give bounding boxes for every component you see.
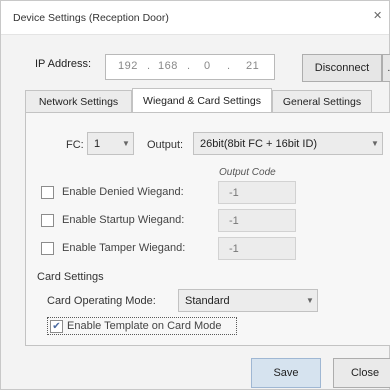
output-format-value: 26bit(8bit FC + 16bit ID) bbox=[200, 137, 318, 150]
ip-segment-1[interactable]: 192 bbox=[118, 60, 138, 72]
ip-address-input[interactable]: 192 . 168 . 0 . 21 bbox=[105, 54, 275, 80]
enable-template-option[interactable]: ✔ Enable Template on Card Mode bbox=[47, 317, 237, 335]
checkmark-icon[interactable]: ✔ bbox=[50, 319, 63, 333]
output-label: Output: bbox=[147, 139, 184, 151]
disconnect-button[interactable]: Disconnect bbox=[302, 54, 382, 82]
startup-wiegand-label: Enable Startup Wiegand: bbox=[62, 214, 185, 226]
title-bar: Device Settings (Reception Door) ✕ bbox=[1, 1, 389, 35]
fc-label: FC: bbox=[66, 139, 84, 151]
tab-network-settings[interactable]: Network Settings bbox=[25, 90, 132, 112]
tamper-wiegand-option[interactable]: Enable Tamper Wiegand: bbox=[41, 239, 185, 257]
denied-wiegand-option[interactable]: Enable Denied Wiegand: bbox=[41, 183, 184, 201]
startup-wiegand-option[interactable]: Enable Startup Wiegand: bbox=[41, 211, 184, 229]
fc-select[interactable]: 1 ▼ bbox=[87, 132, 134, 155]
card-operating-mode-select[interactable]: Standard ▼ bbox=[178, 289, 318, 312]
tamper-wiegand-code-input[interactable]: -1 bbox=[218, 237, 296, 260]
ip-dot: . bbox=[187, 60, 191, 72]
window-title: Device Settings (Reception Door) bbox=[13, 12, 169, 24]
tamper-wiegand-label: Enable Tamper Wiegand: bbox=[62, 242, 186, 254]
tamper-wiegand-checkbox[interactable] bbox=[41, 241, 54, 255]
close-icon[interactable]: ✕ bbox=[373, 9, 385, 25]
startup-wiegand-checkbox[interactable] bbox=[41, 213, 54, 227]
ip-dot: . bbox=[147, 60, 151, 72]
ip-segment-2[interactable]: 168 bbox=[158, 60, 178, 72]
ip-segment-3[interactable]: 0 bbox=[204, 60, 211, 72]
close-button[interactable]: Close bbox=[333, 358, 390, 388]
startup-wiegand-code-input[interactable]: -1 bbox=[218, 209, 296, 232]
chevron-down-icon: ▼ bbox=[122, 139, 130, 148]
save-button[interactable]: Save bbox=[251, 358, 321, 388]
fc-value: 1 bbox=[94, 137, 101, 150]
chevron-down-icon: ▼ bbox=[371, 139, 379, 148]
ip-segment-4[interactable]: 21 bbox=[246, 60, 259, 72]
denied-wiegand-code-input[interactable]: -1 bbox=[218, 181, 296, 204]
more-button[interactable]: … bbox=[382, 54, 390, 82]
enable-template-label: Enable Template on Card Mode bbox=[67, 320, 222, 332]
device-settings-dialog: Device Settings (Reception Door) ✕ IP Ad… bbox=[0, 0, 390, 390]
card-operating-mode-label: Card Operating Mode: bbox=[47, 295, 156, 307]
tab-general-settings[interactable]: General Settings bbox=[272, 90, 372, 112]
card-settings-group-label: Card Settings bbox=[37, 271, 104, 283]
output-code-header: Output Code bbox=[219, 167, 276, 178]
denied-wiegand-label: Enable Denied Wiegand: bbox=[62, 186, 184, 198]
denied-wiegand-checkbox[interactable] bbox=[41, 185, 54, 199]
ip-dot: . bbox=[227, 60, 231, 72]
tab-wiegand-card-settings[interactable]: Wiegand & Card Settings bbox=[132, 88, 272, 112]
output-format-select[interactable]: 26bit(8bit FC + 16bit ID) ▼ bbox=[193, 132, 383, 155]
card-operating-mode-value: Standard bbox=[185, 294, 230, 307]
chevron-down-icon: ▼ bbox=[306, 296, 314, 305]
ip-address-label: IP Address: bbox=[35, 58, 92, 70]
